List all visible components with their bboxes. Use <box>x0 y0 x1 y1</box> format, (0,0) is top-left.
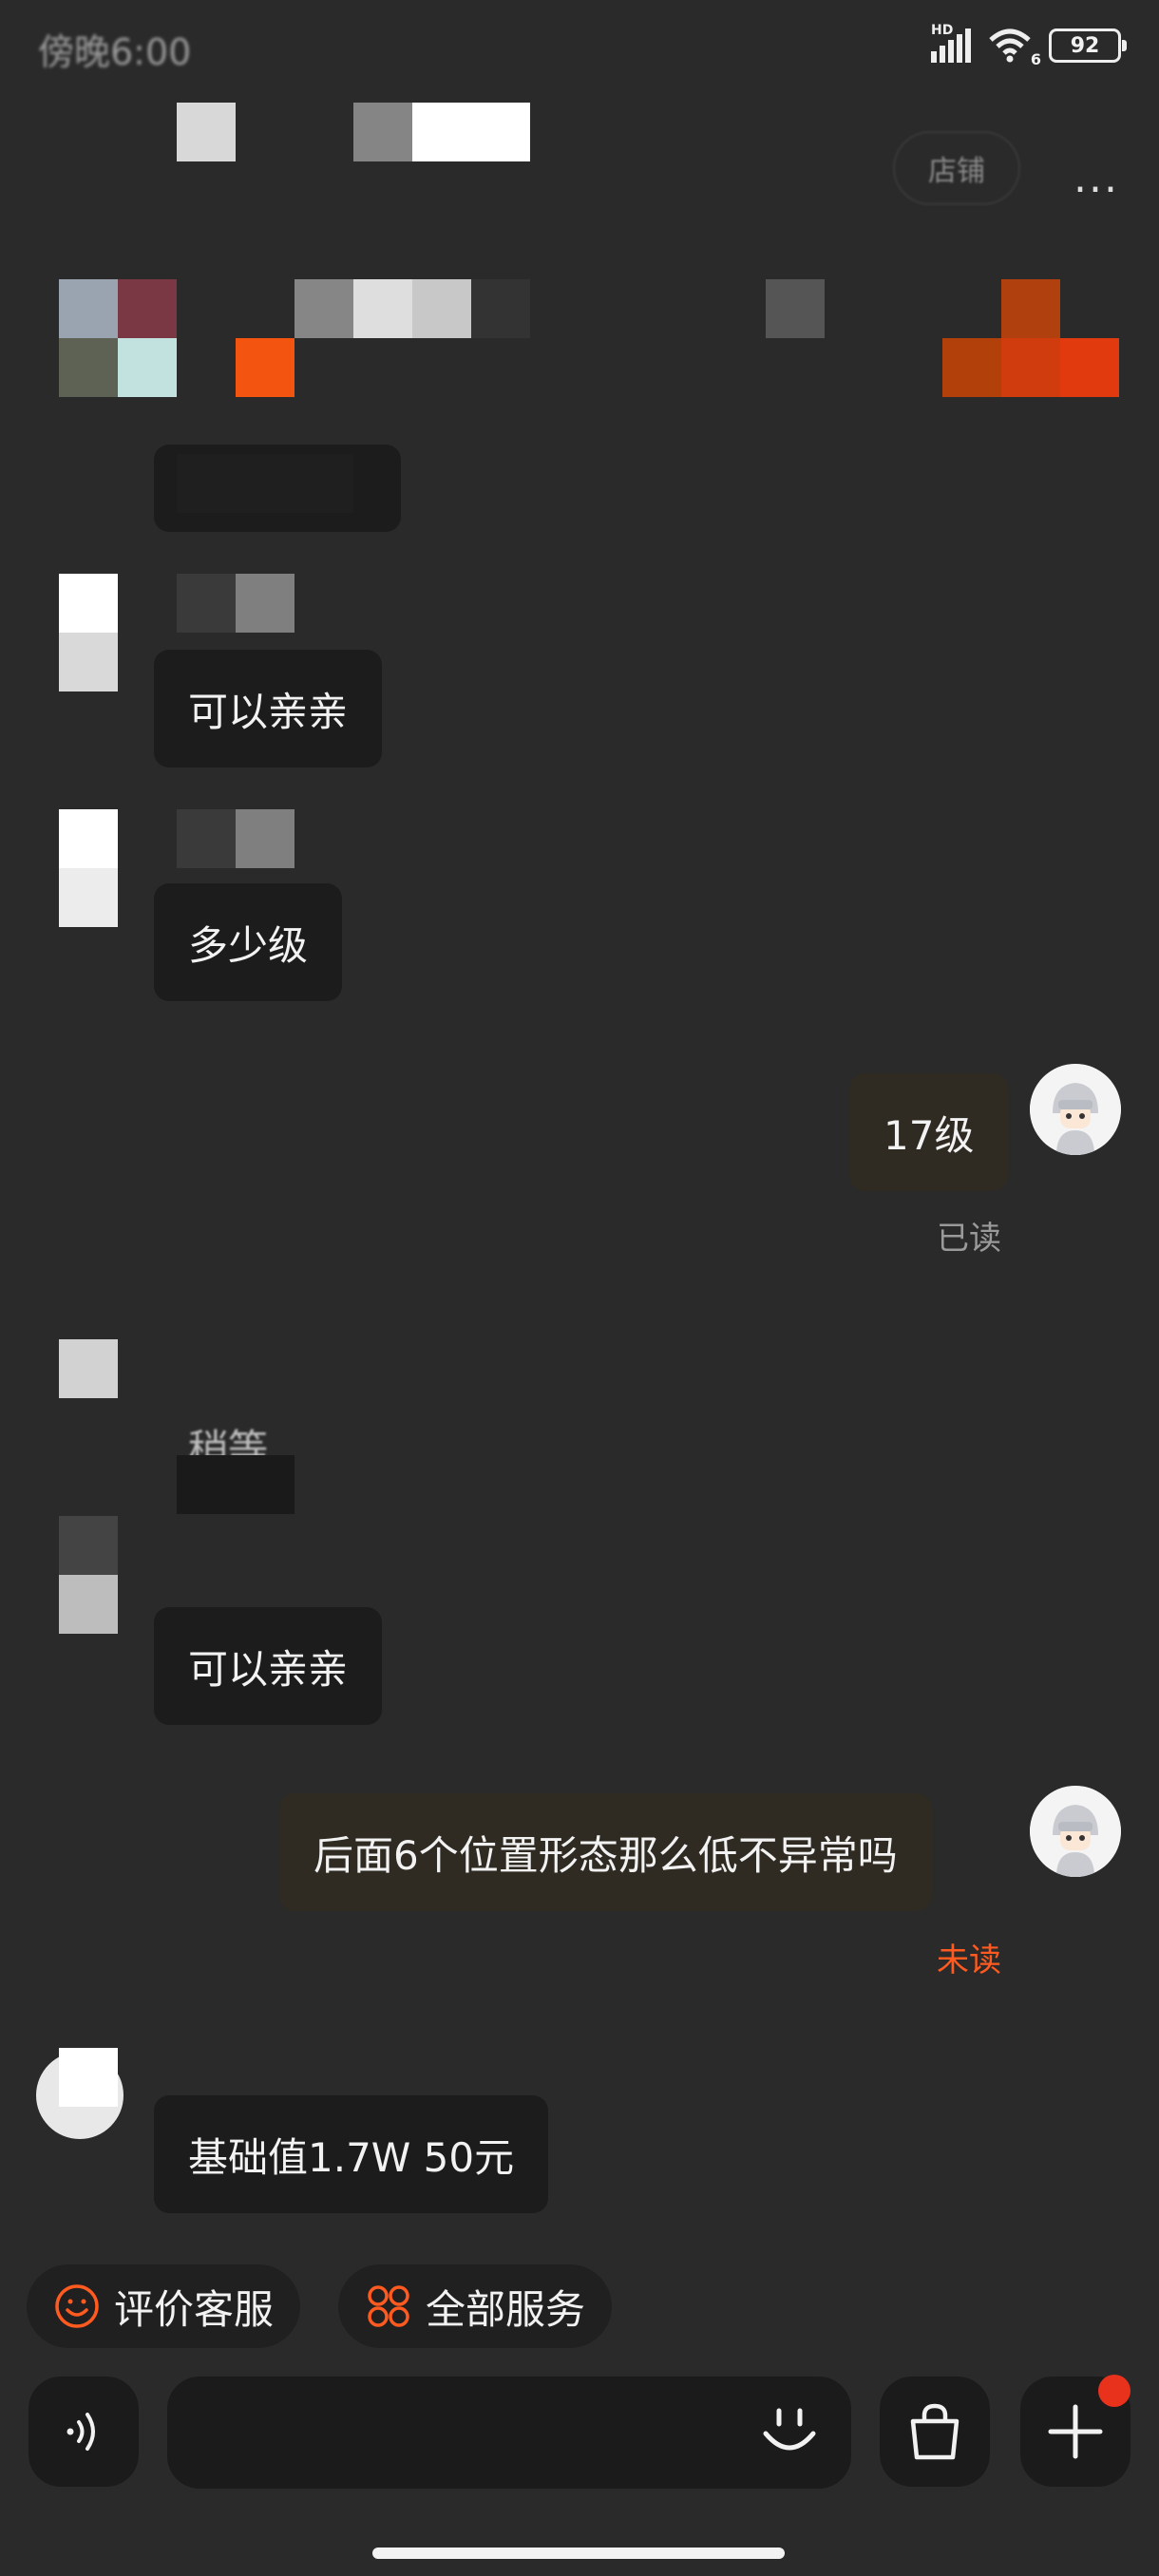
message-bubble-in[interactable]: 基础值1.7W 50元 <box>154 2095 549 2213</box>
shop-button[interactable]: 店铺 <box>893 131 1020 205</box>
battery-icon: 92 <box>1049 28 1127 63</box>
message-bubble-in[interactable]: 可以亲亲 <box>154 1607 383 1725</box>
more-icon[interactable]: ... <box>1074 154 1119 202</box>
home-indicator[interactable] <box>372 2548 785 2559</box>
smile-circle-icon <box>53 2282 101 2330</box>
robot-avatar-icon <box>1030 1786 1121 1877</box>
user-avatar[interactable] <box>1030 1786 1121 1877</box>
shopping-bag-icon <box>910 2403 960 2460</box>
signal-label: HD <box>931 23 954 38</box>
robot-avatar-icon <box>1030 1064 1121 1155</box>
notification-dot <box>1098 2375 1130 2407</box>
voice-icon <box>66 2413 95 2451</box>
message-input[interactable] <box>167 2377 851 2489</box>
message-bubble-in[interactable]: 多少级 <box>154 883 343 1001</box>
status-icons: HD 6 92 <box>931 23 1127 68</box>
message-mosaic <box>177 1455 294 1514</box>
all-services-chip[interactable]: 全部服务 <box>338 2264 613 2348</box>
all-services-label: 全部服务 <box>426 2285 586 2333</box>
service-grid-icon <box>365 2282 412 2330</box>
message-bubble-out[interactable]: 后面6个位置形态那么低不异常吗 <box>279 1793 932 1911</box>
voice-button[interactable] <box>28 2377 139 2487</box>
read-status: 已读 <box>937 1220 1001 1258</box>
status-time: 傍晚6:00 <box>38 31 192 73</box>
signal-icon: HD <box>931 23 971 63</box>
wifi-label: 6 <box>1030 50 1041 68</box>
message-bubble-in[interactable]: 可以亲亲 <box>154 650 383 767</box>
battery-level: 92 <box>1070 33 1100 58</box>
wifi-icon: 6 <box>986 27 1041 68</box>
emoji-icon[interactable] <box>756 2399 823 2466</box>
plus-icon <box>1048 2404 1103 2459</box>
shop-label: 店铺 <box>928 155 985 188</box>
message-bubble-out[interactable]: 17级 <box>849 1073 1009 1191</box>
shop-bag-button[interactable] <box>880 2377 990 2487</box>
message-mosaic <box>177 454 353 513</box>
rate-service-label: 评价客服 <box>114 2285 275 2333</box>
user-avatar[interactable] <box>1030 1064 1121 1155</box>
unread-status: 未读 <box>937 1941 1001 1979</box>
rate-service-chip[interactable]: 评价客服 <box>27 2264 301 2348</box>
